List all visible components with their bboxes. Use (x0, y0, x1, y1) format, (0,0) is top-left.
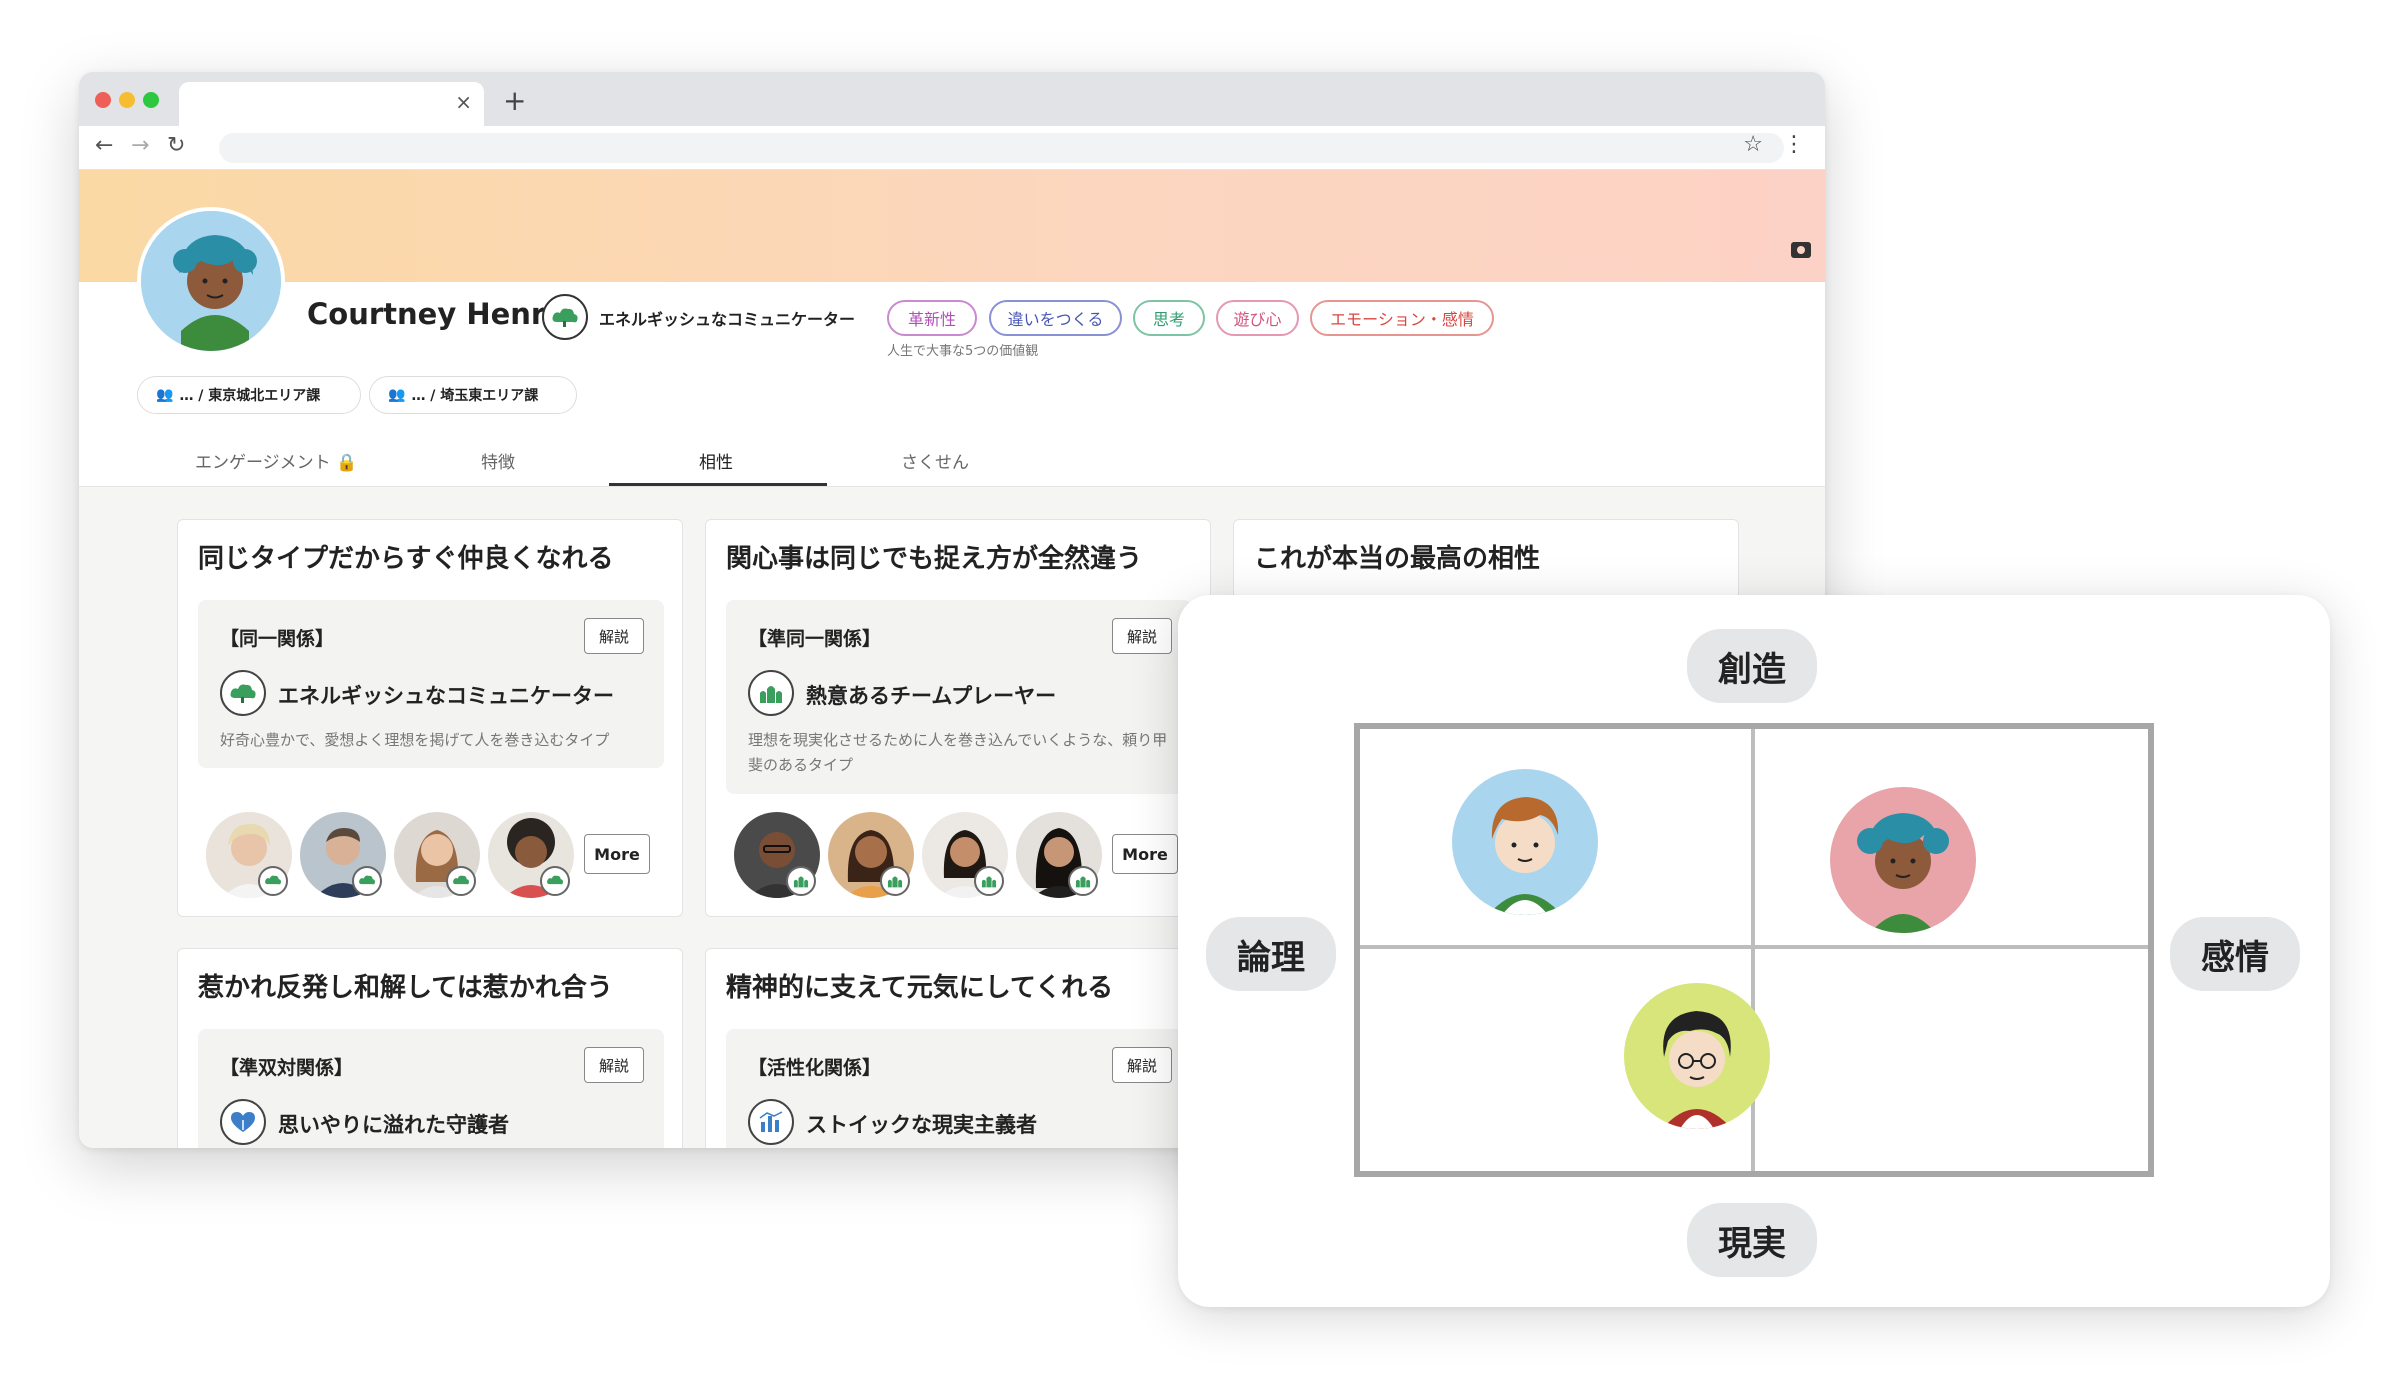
minimize-window-dot[interactable] (119, 92, 135, 108)
explain-button[interactable]: 解説 (1112, 1047, 1172, 1083)
type-city-icon (1068, 866, 1098, 896)
card-title: 同じタイプだからすぐ仲良くなれる (198, 544, 614, 574)
close-window-dot[interactable] (95, 92, 111, 108)
avatar (137, 207, 285, 355)
people-icon: 👥 (156, 387, 174, 403)
browser-tab-bar: × + (79, 72, 1825, 126)
type-description: 好奇心豊かで、愛想よく理想を掲げて人を巻き込むタイプ (220, 731, 610, 749)
browser-menu-icon[interactable]: ⋮ (1783, 132, 1805, 157)
people-icon: 👥 (388, 387, 406, 403)
relation-label: 【同一関係】 (220, 628, 335, 650)
profile-name: Courtney Henry (307, 297, 565, 331)
value-pill-emotion: エモーション・感情 (1310, 300, 1494, 336)
more-button[interactable]: More (1112, 834, 1178, 874)
type-city-icon (880, 866, 910, 896)
explain-button[interactable]: 解説 (584, 1047, 644, 1083)
tab-features[interactable]: 特徴 (481, 448, 515, 473)
forward-icon[interactable]: → (131, 133, 149, 158)
relation-label: 【準同一関係】 (748, 628, 882, 650)
bookmark-star-icon[interactable]: ☆ (1743, 132, 1763, 157)
type-name: 思いやりに溢れた守護者 (278, 1113, 509, 1137)
camera-icon[interactable] (1791, 242, 1811, 258)
type-chart-icon (748, 1099, 794, 1145)
relation-box: 【準双対関係】 解説 思いやりに溢れた守護者 (198, 1029, 664, 1148)
relation-label: 【準双対関係】 (220, 1057, 354, 1079)
type-city-icon (786, 866, 816, 896)
value-pill-innovation: 革新性 (887, 300, 977, 336)
grid-divider-vertical (1751, 729, 1755, 1171)
maximize-window-dot[interactable] (143, 92, 159, 108)
explain-button[interactable]: 解説 (584, 618, 644, 654)
relation-box: 【準同一関係】 解説 熱意あるチームプレーヤー 理想を現実化させるために人を巻き… (726, 600, 1192, 794)
tab-engagement[interactable]: エンゲージメント 🔒 (195, 448, 357, 473)
profile-header: Courtney Henry エネルギッシュなコミュニケーター 革新性 違いをつ… (79, 207, 1825, 487)
team-tag-tokyo[interactable]: 👥 … / 東京城北エリア課 (137, 376, 361, 414)
url-input[interactable] (219, 133, 1784, 163)
axis-label-bottom: 現実 (1687, 1203, 1817, 1277)
profile-banner (79, 170, 1825, 282)
type-city-icon (748, 670, 794, 716)
profile-tabs: エンゲージメント 🔒 特徴 相性 さくせん (79, 432, 1825, 487)
value-pill-make-difference: 違いをつくる (989, 300, 1122, 336)
team-tag-label: … / 東京城北エリア課 (179, 388, 321, 404)
value-pill-playfulness: 遊び心 (1216, 300, 1299, 336)
profile-type-name: エネルギッシュなコミュニケーター (599, 310, 856, 329)
axis-label-top: 創造 (1687, 629, 1817, 703)
tab-compatibility[interactable]: 相性 (699, 448, 733, 473)
card-title: 精神的に支えて元気にしてくれる (726, 973, 1114, 1003)
team-tag-label: … / 埼玉東エリア課 (411, 388, 539, 404)
team-tag-saitama[interactable]: 👥 … / 埼玉東エリア課 (369, 376, 577, 414)
type-name: ストイックな現実主義者 (806, 1113, 1037, 1137)
relation-label: 【活性化関係】 (748, 1057, 882, 1079)
relation-box: 【同一関係】 解説 エネルギッシュなコミュニケーター 好奇心豊かで、愛想よく理想… (198, 600, 664, 768)
address-bar-row: ← → ↻ ☆ ⋮ (79, 126, 1825, 170)
back-icon[interactable]: ← (95, 133, 113, 158)
type-cloud-icon (352, 866, 382, 896)
grid-divider-horizontal (1360, 945, 2148, 949)
type-name: エネルギッシュなコミュニケーター (278, 684, 614, 708)
card-title: これが本当の最高の相性 (1254, 544, 1541, 574)
type-cloud-icon (542, 294, 588, 340)
tab-strategy[interactable]: さくせん (901, 448, 969, 473)
browser-tab[interactable]: × (179, 82, 484, 126)
quadrant-avatar-bottom-center (1624, 983, 1770, 1129)
type-heart-icon (220, 1099, 266, 1145)
explain-button[interactable]: 解説 (1112, 618, 1172, 654)
relation-box: 【活性化関係】 解説 ストイックな現実主義者 (726, 1029, 1192, 1148)
type-cloud-icon (446, 866, 476, 896)
compat-card-quasi-dual: 惹かれ反発し和解しては惹かれ合う 【準双対関係】 解説 思いやりに溢れた守護者 (177, 948, 683, 1148)
values-caption: 人生で大事な5つの価値観 (887, 344, 1039, 359)
compat-card-quasi-same: 関心事は同じでも捉え方が全然違う 【準同一関係】 解説 熱意あるチームプレーヤー… (705, 519, 1211, 917)
more-button[interactable]: More (584, 834, 650, 874)
card-title: 惹かれ反発し和解しては惹かれ合う (198, 973, 613, 1003)
reload-icon[interactable]: ↻ (167, 133, 185, 158)
quadrant-avatar-top-left (1452, 769, 1598, 915)
type-cloud-icon (220, 670, 266, 716)
axis-label-left: 論理 (1206, 917, 1336, 991)
tab-close-icon[interactable]: × (455, 90, 472, 114)
compat-card-activation: 精神的に支えて元気にしてくれる 【活性化関係】 解説 ストイックな現実主義者 (705, 948, 1211, 1148)
type-description: 理想を現実化させるために人を巻き込んでいくような、頼り甲斐のあるタイプ (748, 731, 1168, 774)
type-matrix-card: 創造 現実 論理 感情 (1178, 595, 2330, 1307)
type-matrix-grid (1354, 723, 2154, 1177)
type-city-icon (974, 866, 1004, 896)
type-cloud-icon (258, 866, 288, 896)
type-name: 熱意あるチームプレーヤー (806, 684, 1057, 708)
quadrant-avatar-top-right (1830, 787, 1976, 933)
card-title: 関心事は同じでも捉え方が全然違う (726, 544, 1143, 574)
axis-label-right: 感情 (2170, 917, 2300, 991)
new-tab-button[interactable]: + (503, 84, 526, 117)
active-tab-indicator (609, 483, 827, 486)
type-cloud-icon (540, 866, 570, 896)
value-pill-thinking: 思考 (1133, 300, 1205, 336)
compat-card-same-type: 同じタイプだからすぐ仲良くなれる 【同一関係】 解説 エネルギッシュなコミュニケ… (177, 519, 683, 917)
